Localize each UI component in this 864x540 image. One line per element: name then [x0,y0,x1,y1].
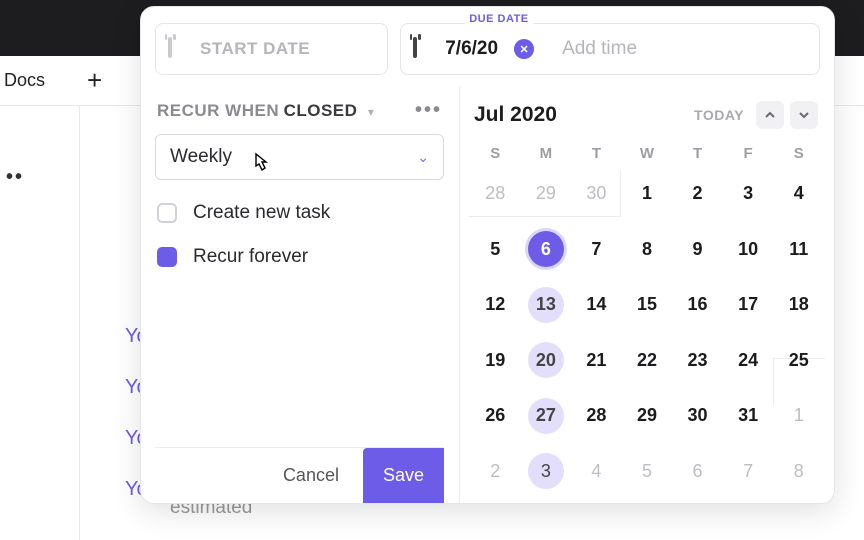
next-month-button[interactable] [790,101,818,129]
calendar-month-label: Jul 2020 [474,103,557,127]
recur-when-state: CLOSED [284,101,358,120]
recurrence-pane: RECUR WHEN CLOSED ▾ ••• Weekly ⌄ Create … [141,87,459,503]
dow-label: W [622,145,673,162]
calendar-day[interactable]: 18 [773,281,824,328]
calendar-day[interactable]: 4 [773,170,824,217]
chevron-down-icon: ▾ [368,105,374,119]
calendar-day[interactable]: 5 [470,226,521,273]
calendar-day[interactable]: 5 [622,448,673,495]
clear-due-date-button[interactable]: ✕ [514,39,534,59]
background-more-dots[interactable]: •• [6,166,24,189]
calendar-day[interactable]: 27 [521,392,572,439]
calendar-day[interactable]: 1 [773,392,824,439]
calendar-day[interactable]: 2 [470,448,521,495]
create-new-task-option[interactable]: Create new task [155,196,444,240]
checkbox-checked-icon[interactable] [157,247,177,267]
calendar-day[interactable]: 2 [672,170,723,217]
calendar-day[interactable]: 4 [571,448,622,495]
cancel-button[interactable]: Cancel [277,455,345,496]
calendar-day[interactable]: 29 [521,170,572,217]
start-date-placeholder: START DATE [200,39,310,59]
calendar-day[interactable]: 24 [723,337,774,384]
start-date-input[interactable]: START DATE [155,23,388,75]
more-options-button[interactable]: ••• [415,99,442,122]
due-date-value: 7/6/20 [445,38,498,60]
calendar-day[interactable]: 17 [723,281,774,328]
calendar-day[interactable]: 22 [622,337,673,384]
recur-forever-option[interactable]: Recur forever [155,240,444,284]
dow-label: M [521,145,572,162]
prev-month-button[interactable] [756,101,784,129]
due-date-input[interactable]: DUE DATE 7/6/20 ✕ Add time [400,23,820,75]
add-time-button[interactable]: Add time [562,38,637,60]
calendar-day[interactable]: 16 [672,281,723,328]
calendar-day[interactable]: 23 [672,337,723,384]
dow-label: F [723,145,774,162]
chevron-down-icon [799,110,809,120]
due-date-label: DUE DATE [465,13,532,25]
calendar-day[interactable]: 25 [773,337,824,384]
calendar-day[interactable]: 6 [672,448,723,495]
frequency-select[interactable]: Weekly ⌄ [155,134,444,180]
dow-label: S [773,145,824,162]
calendar-day[interactable]: 8 [773,448,824,495]
date-recurrence-dialog: START DATE DUE DATE 7/6/20 ✕ Add time RE… [140,6,835,504]
checkbox-unchecked-icon[interactable] [157,203,177,223]
calendar-day[interactable]: 28 [470,170,521,217]
calendar-day[interactable]: 13 [521,281,572,328]
dialog-main-row: RECUR WHEN CLOSED ▾ ••• Weekly ⌄ Create … [141,87,834,503]
frequency-value: Weekly [170,146,232,168]
calendar-day[interactable]: 10 [723,226,774,273]
recur-when-dropdown[interactable]: RECUR WHEN CLOSED ▾ [157,101,374,121]
calendar-day[interactable]: 7 [571,226,622,273]
calendar-day[interactable]: 28 [571,392,622,439]
option-label: Recur forever [193,246,308,268]
calendar-day[interactable]: 30 [672,392,723,439]
calendar-pane: Jul 2020 TODAY S M T W T F S [459,87,834,503]
calendar-day[interactable]: 15 [622,281,673,328]
calendar-day[interactable]: 7 [723,448,774,495]
dow-label: S [470,145,521,162]
calendar-day[interactable]: 3 [521,448,572,495]
calendar-day[interactable]: 20 [521,337,572,384]
calendar-day-headers: S M T W T F S [470,139,824,170]
dow-label: T [672,145,723,162]
today-button[interactable]: TODAY [694,107,744,123]
calendar-days-grid: 2829301234567891011121314151617181920212… [470,170,824,503]
calendar-day[interactable]: 19 [470,337,521,384]
option-label: Create new task [193,202,330,224]
calendar-nav: TODAY [694,101,818,129]
calendar-icon [413,38,435,60]
calendar-day[interactable]: 9 [672,226,723,273]
add-button[interactable]: + [87,65,102,96]
recur-header: RECUR WHEN CLOSED ▾ ••• [155,99,444,134]
calendar-header: Jul 2020 TODAY [470,101,824,139]
recur-when-label: RECUR WHEN [157,101,279,120]
calendar-day[interactable]: 6 [521,226,572,273]
calendar-day[interactable]: 21 [571,337,622,384]
dialog-footer: Cancel Save [155,447,444,503]
calendar-day[interactable]: 31 [723,392,774,439]
calendar-day[interactable]: 11 [773,226,824,273]
chevron-up-icon [765,110,775,120]
calendar-day[interactable]: 29 [622,392,673,439]
chevron-down-icon: ⌄ [417,149,429,166]
date-inputs-row: START DATE DUE DATE 7/6/20 ✕ Add time [141,7,834,87]
calendar-day[interactable]: 12 [470,281,521,328]
calendar-icon [168,38,190,60]
calendar-day[interactable]: 1 [622,170,673,217]
calendar-day[interactable]: 26 [470,392,521,439]
calendar-day[interactable]: 3 [723,170,774,217]
docs-tab[interactable]: Docs [0,70,45,91]
dow-label: T [571,145,622,162]
calendar-day[interactable]: 8 [622,226,673,273]
save-button[interactable]: Save [363,448,444,504]
calendar-day[interactable]: 30 [571,170,622,217]
calendar-day[interactable]: 14 [571,281,622,328]
